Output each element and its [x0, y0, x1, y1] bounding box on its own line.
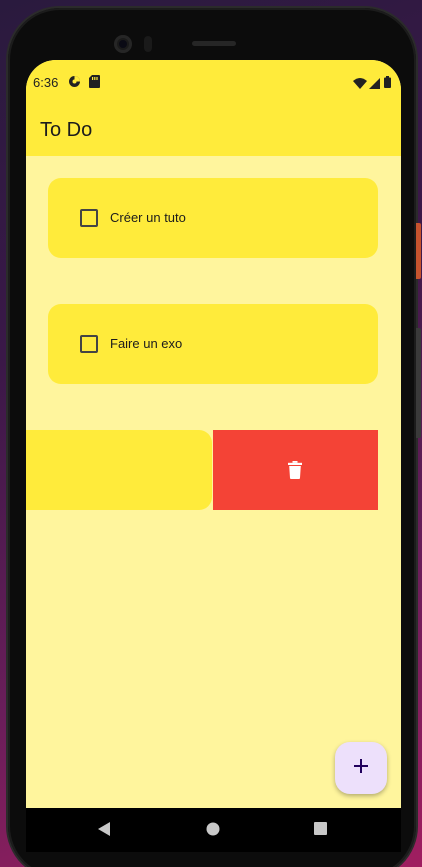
earpiece-speaker: [192, 41, 236, 46]
plus-icon: [354, 758, 368, 778]
system-nav-bar: [26, 808, 401, 852]
todo-checkbox[interactable]: [80, 209, 98, 227]
app-screen: 6:36 To Do Créer un tuto Faire un exo: [26, 60, 401, 808]
page-title: To Do: [40, 119, 93, 141]
back-icon[interactable]: [98, 822, 110, 841]
front-camera: [114, 35, 132, 53]
swiped-todo-card[interactable]: [26, 430, 212, 510]
add-todo-button[interactable]: [335, 742, 387, 794]
volume-button[interactable]: [416, 328, 421, 438]
status-time: 6:36: [33, 75, 59, 90]
todo-card[interactable]: Créer un tuto: [48, 178, 378, 258]
home-icon[interactable]: [206, 822, 220, 841]
sd-card-icon: [89, 75, 100, 93]
todo-card[interactable]: Faire un exo: [48, 304, 378, 384]
delete-swipe-background[interactable]: [213, 430, 378, 510]
power-button[interactable]: [416, 223, 421, 279]
todo-checkbox[interactable]: [80, 335, 98, 353]
todo-label: Faire un exo: [110, 336, 183, 351]
cell-signal-icon: [369, 76, 380, 94]
status-bar: 6:36: [26, 60, 401, 104]
app-bar: To Do: [26, 104, 401, 156]
trash-icon: [288, 461, 302, 484]
wifi-icon: [353, 76, 367, 94]
proximity-sensor: [144, 36, 152, 52]
data-saver-icon: [68, 75, 81, 93]
battery-icon: [384, 75, 391, 93]
todo-label: Créer un tuto: [110, 210, 186, 225]
recents-icon[interactable]: [314, 822, 327, 840]
